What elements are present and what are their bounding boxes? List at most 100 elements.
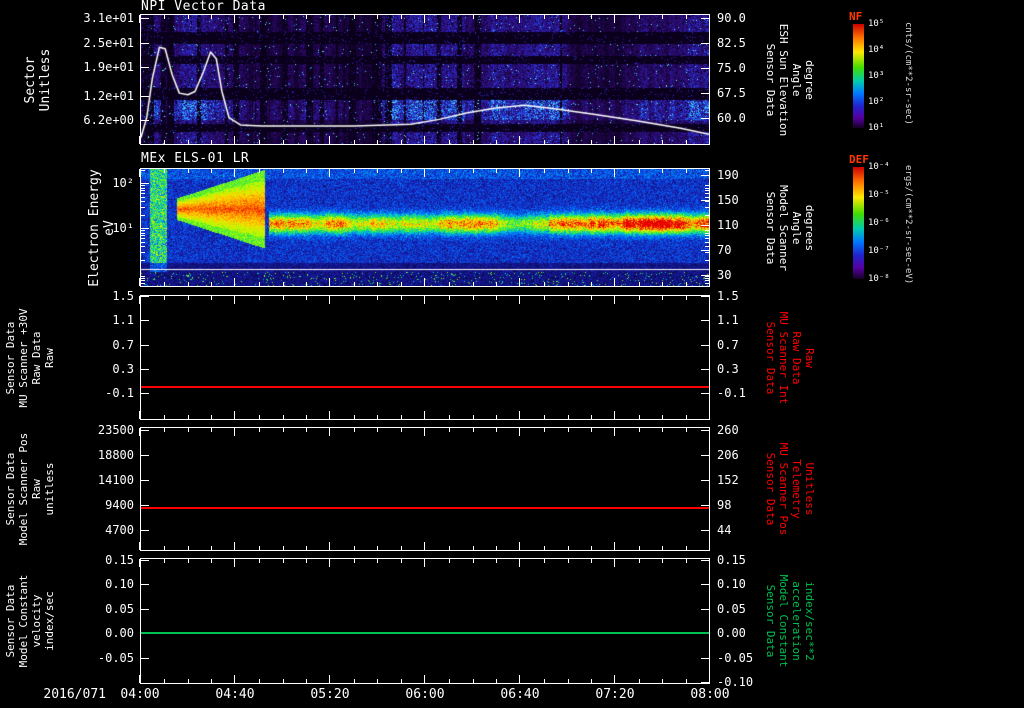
- panel-1-left-tickmark-3: [141, 95, 149, 97]
- panel-3-left-tickmark-2: [141, 344, 149, 346]
- log-minor-tick: [141, 196, 145, 198]
- panel-1-xtick-bottom-1: [234, 136, 235, 144]
- panel-2-xtick-bottom-3: [424, 278, 425, 286]
- xtick-minor: [662, 282, 664, 286]
- xtick-minor: [282, 428, 284, 432]
- xtick-minor: [258, 415, 260, 419]
- panel-3-left-axis-label-line-1: MU Scanner +30V: [17, 307, 30, 408]
- panel-1-xtick-bottom-2: [328, 136, 330, 144]
- xtick-minor: [567, 428, 569, 432]
- panel-1-right-tickmark-2: [701, 68, 709, 70]
- panel-5-xtick-top-5: [613, 559, 615, 567]
- panel-3-right-tickmark-1: [701, 320, 709, 322]
- xtick-minor: [163, 296, 165, 300]
- xtick-minor: [282, 559, 284, 563]
- xtick-minor: [353, 169, 355, 173]
- colorbar-nf-tick-3: 10²: [868, 97, 885, 107]
- xtick-minor: [306, 296, 308, 300]
- xtick-minor: [282, 15, 284, 19]
- xtick-minor: [472, 15, 474, 19]
- xtick-minor: [353, 546, 355, 550]
- log-minor-tick: [141, 185, 145, 187]
- xtick-minor: [472, 428, 474, 432]
- panel-4-right-axis-label-line-3: Unitless: [803, 462, 816, 516]
- panel-5-xtick-top-3: [424, 559, 425, 567]
- panel-2-right-axis-label-line-1: Model Scanner: [777, 184, 790, 271]
- panel-2-xtick-top-1: [234, 169, 235, 177]
- xtick-minor: [258, 559, 260, 563]
- panel-1-left-axis-label-line-1: Unitless: [38, 48, 53, 111]
- xtick-minor: [591, 415, 593, 419]
- log-minor-tick: [705, 193, 709, 195]
- panel-3-xtick-top-0: [139, 296, 140, 304]
- xtick-minor: [496, 282, 498, 286]
- xtick-minor: [282, 169, 284, 173]
- xtick-minor: [567, 415, 569, 419]
- panel-1-right-tickmark-4: [701, 118, 709, 120]
- log-minor-tick: [705, 259, 709, 261]
- panel-4-frame: [140, 427, 710, 551]
- panel-4-right-tickmark-4: [701, 530, 709, 532]
- xtick-minor: [401, 428, 403, 432]
- xtick-minor: [448, 428, 450, 432]
- xtick-minor: [306, 15, 308, 19]
- log-minor-tick: [141, 259, 145, 261]
- x-axis-tick-label-0: 04:00: [120, 687, 160, 702]
- panel-3-data-line: [141, 385, 709, 388]
- xtick-minor: [662, 140, 664, 144]
- xtick-minor: [282, 140, 284, 144]
- panel-4-xtick-top-6: [709, 428, 710, 436]
- colorbar-def-tick-2: 10⁻⁶: [868, 218, 890, 228]
- xtick-minor: [662, 679, 664, 683]
- log-minor-tick: [141, 280, 145, 282]
- xtick-minor: [211, 559, 213, 563]
- xtick-minor: [543, 546, 545, 550]
- panel-5-xtick-bottom-3: [424, 675, 425, 683]
- panel-5-left-tickmark-4: [141, 657, 149, 659]
- panel-5-xtick-bottom-4: [519, 675, 520, 683]
- xtick-minor: [686, 415, 688, 419]
- panel-3-xtick-top-5: [613, 296, 615, 304]
- log-minor-tick: [705, 283, 709, 285]
- xtick-minor: [377, 282, 379, 286]
- panel-4-xtick-bottom-0: [139, 542, 140, 550]
- panel-3-right-axis-label-line-2: Raw Data: [790, 331, 803, 384]
- panel-4-left-axis-label-line-1: Model Scanner Pos: [17, 432, 30, 546]
- xtick-minor: [543, 415, 545, 419]
- xtick-minor: [377, 546, 379, 550]
- xtick-minor: [638, 428, 640, 432]
- colorbar-nf-name: NF: [849, 10, 863, 23]
- xtick-minor: [638, 546, 640, 550]
- panel-1-left-tick-1: 2.5e+01: [83, 35, 134, 50]
- xtick-minor: [543, 282, 545, 286]
- xtick-minor: [306, 415, 308, 419]
- log-minor-tick: [141, 206, 145, 208]
- log-minor-tick: [705, 251, 709, 253]
- panel-5-left-axis-label-line-2: velocity: [30, 594, 43, 648]
- xtick-minor: [211, 282, 213, 286]
- xtick-minor: [401, 415, 403, 419]
- panel-5-xtick-top-1: [234, 559, 235, 567]
- panel-5-right-tickmark-1: [701, 584, 709, 586]
- xtick-minor: [377, 296, 379, 300]
- xtick-minor: [353, 679, 355, 683]
- panel-4-left-tick-4: 4700: [105, 522, 134, 537]
- xtick-minor: [662, 415, 664, 419]
- panel-5-right-axis-label-line-1: Model Constant: [777, 574, 790, 668]
- xtick-minor: [187, 140, 189, 144]
- xtick-minor: [638, 679, 640, 683]
- colorbar-nf-tick-2: 10³: [868, 71, 885, 81]
- colorbar-nf-tick-0: 10⁵: [868, 19, 885, 29]
- xtick-minor: [282, 546, 284, 550]
- panel-1-xtick-bottom-3: [424, 136, 425, 144]
- xtick-minor: [496, 428, 498, 432]
- colorbar-def-tick-3: 10⁻⁷: [868, 246, 890, 256]
- xtick-minor: [401, 140, 403, 144]
- colorbar-def-tick-0: 10⁻⁴: [868, 162, 890, 172]
- panel-2-xtick-bottom-4: [519, 278, 520, 286]
- xtick-minor: [543, 679, 545, 683]
- log-minor-tick: [141, 283, 145, 285]
- panel-3-right-tickmark-3: [701, 368, 709, 370]
- log-minor-tick: [141, 169, 145, 171]
- panel-3-xtick-bottom-0: [139, 411, 140, 419]
